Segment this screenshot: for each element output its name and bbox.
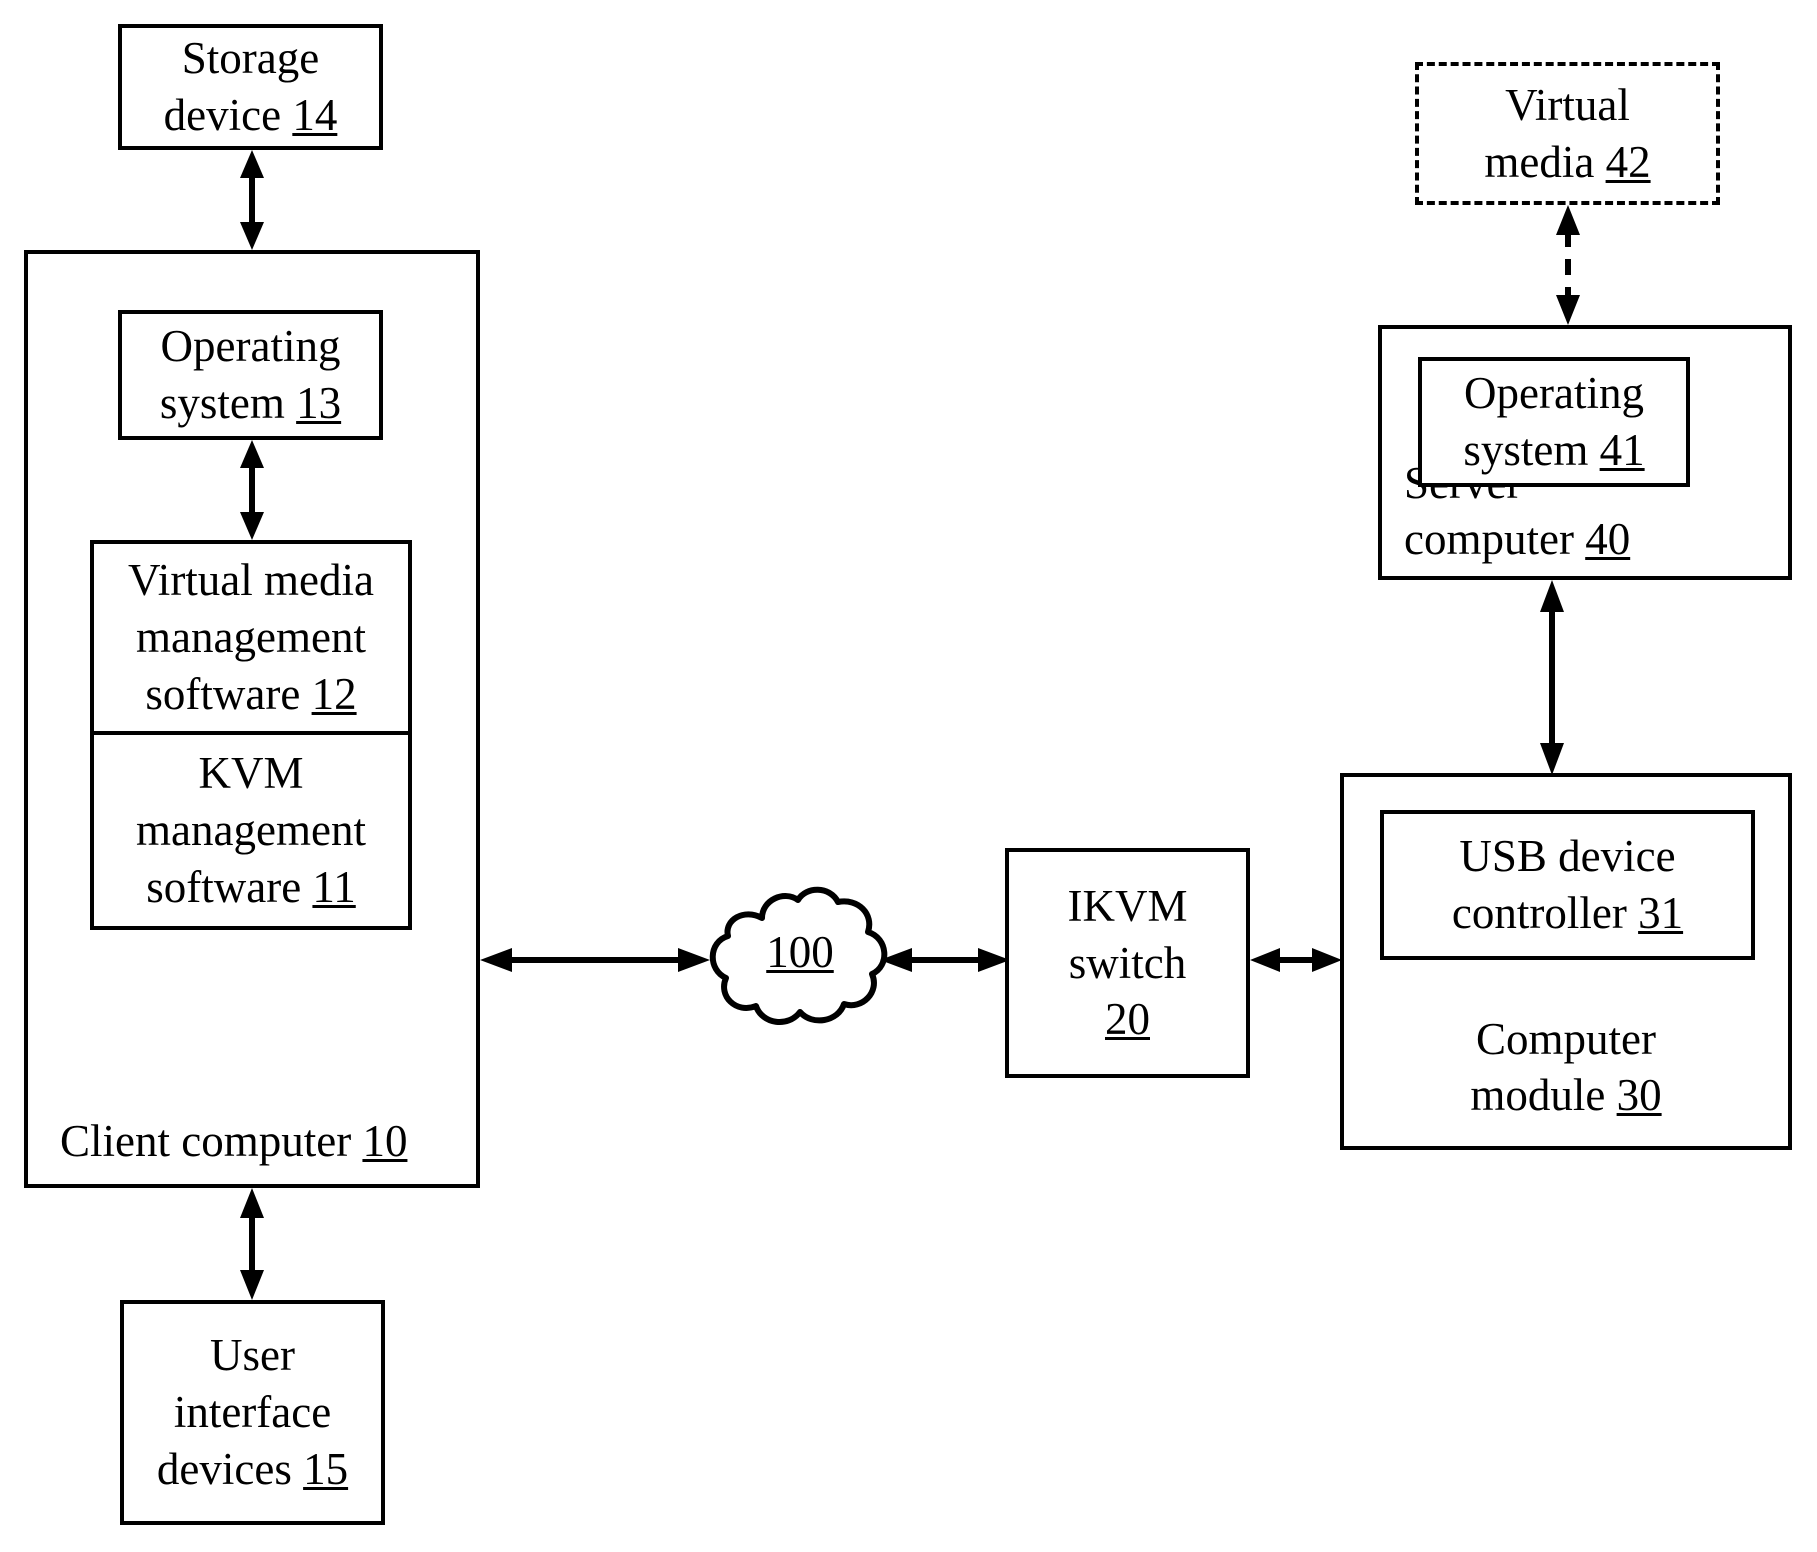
connector-network-to-ikvm [880, 944, 1010, 976]
connector-client-to-network [480, 944, 710, 976]
block-diagram-figure: Storage device 14 Client computer 10 Oper… [0, 0, 1817, 1552]
ikvm-switch-label: IKVM switch 20 [1067, 880, 1188, 1045]
virtual-media-42-box: Virtual media 42 [1415, 62, 1720, 205]
virtual-media-42-label: Virtual media 42 [1484, 79, 1651, 187]
usb-device-controller-label: USB device controller 31 [1451, 831, 1684, 938]
operating-system-41-box: Operating system 41 [1418, 357, 1690, 487]
connector-computer-module-to-server [1536, 580, 1568, 775]
storage-device-box: Storage device 14 [118, 24, 383, 150]
ikvm-switch-box: IKVM switch 20 [1005, 848, 1250, 1078]
connector-server-to-virtual-media [1552, 205, 1584, 325]
kvm-management-software-label: KVM management software 11 [136, 748, 366, 912]
connector-client-to-user-interface [236, 1188, 268, 1300]
operating-system-13-label: Operating system 13 [159, 321, 342, 428]
client-computer-caption: Client computer 10 [60, 1116, 408, 1167]
connector-storage-to-client [236, 150, 268, 250]
virtual-media-management-software-label: Virtual media management software 12 [128, 555, 374, 719]
connector-os13-to-vmms [236, 440, 268, 540]
user-interface-devices-box: User interface devices 15 [120, 1300, 385, 1525]
operating-system-13-box: Operating system 13 [118, 310, 383, 440]
virtual-media-management-software-box: Virtual media management software 12 [90, 540, 412, 735]
usb-device-controller-box: USB device controller 31 [1380, 810, 1755, 960]
computer-module-caption: Computer module 30 [1470, 1013, 1662, 1121]
storage-device-label: Storage device 14 [163, 33, 338, 140]
network-cloud-label: 100 [766, 927, 834, 977]
connector-ikvm-to-computer-module [1250, 944, 1342, 976]
network-cloud: 100 [700, 880, 900, 1040]
user-interface-devices-label: User interface devices 15 [156, 1330, 349, 1494]
operating-system-41-label: Operating system 41 [1463, 368, 1645, 475]
kvm-management-software-box: KVM management software 11 [90, 735, 412, 930]
